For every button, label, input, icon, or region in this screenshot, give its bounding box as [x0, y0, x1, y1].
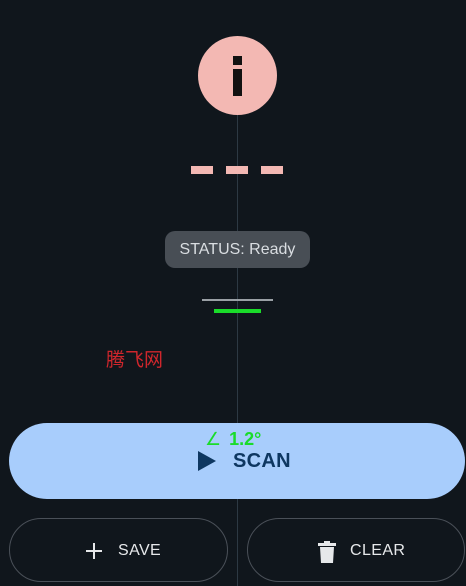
reading-dash — [261, 166, 283, 174]
play-icon — [198, 451, 216, 471]
level-indicator-line — [214, 309, 261, 313]
trash-icon — [318, 541, 336, 563]
scan-button-label: SCAN — [233, 450, 291, 472]
save-button[interactable]: SAVE — [9, 518, 228, 582]
clear-button[interactable]: CLEAR — [247, 518, 465, 582]
info-icon — [233, 56, 242, 96]
reading-dash — [226, 166, 248, 174]
level-reference-line — [202, 299, 273, 301]
scanner-screen: STATUS: Ready 腾飞网 ∠ 1.2° SCAN SAVE CLEAR — [0, 0, 466, 586]
info-button[interactable] — [198, 36, 277, 115]
clear-button-label: CLEAR — [350, 542, 406, 559]
save-button-label: SAVE — [118, 542, 162, 559]
plus-icon — [86, 543, 102, 559]
reading-dash — [191, 166, 213, 174]
center-guide-line — [237, 78, 238, 586]
angle-readout: ∠ 1.2° — [205, 429, 261, 450]
status-badge: STATUS: Ready — [165, 231, 310, 268]
angle-icon: ∠ — [205, 429, 222, 449]
angle-value: 1.2° — [229, 429, 262, 449]
watermark-text: 腾飞网 — [106, 349, 164, 371]
